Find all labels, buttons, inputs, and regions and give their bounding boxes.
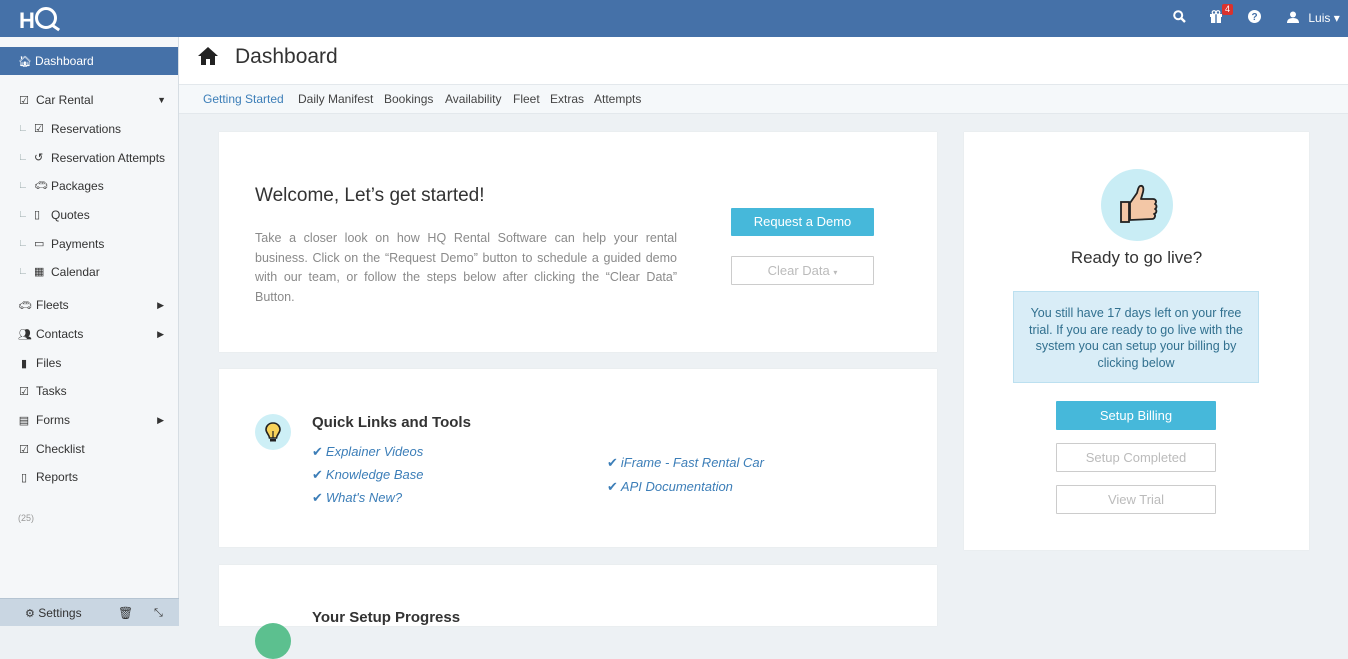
sidebar-item-forms[interactable]: ▤ Forms ▶ <box>18 412 196 429</box>
notification-badge: 4 <box>1222 4 1234 15</box>
tab-fleet[interactable]: Fleet <box>513 85 540 113</box>
sidebar-item-car-rental[interactable]: ☑ Car Rental ▼ <box>18 92 196 109</box>
check-icon: ✔ <box>607 455 618 470</box>
quick-links-card: Quick Links and Tools ✔ Explainer Videos … <box>219 369 937 547</box>
setup-progress-title: Your Setup Progress <box>312 609 461 626</box>
user-icon <box>1287 11 1299 23</box>
home-icon: 🏠︎ <box>18 56 32 68</box>
progress-icon <box>255 623 291 659</box>
sidebar-item-tasks[interactable]: ☑ Tasks <box>18 383 196 400</box>
page-title: Dashboard <box>235 45 338 68</box>
home-icon <box>198 47 218 65</box>
trial-message: You still have 17 days left on your free… <box>1013 291 1259 383</box>
history-icon: ↺ <box>34 152 44 164</box>
search-icon[interactable] <box>1173 10 1186 27</box>
check-icon: ✔ <box>607 479 618 494</box>
check-square-icon: ☑ <box>19 444 29 456</box>
user-menu[interactable]: Luis ▾ <box>1287 10 1340 26</box>
chevron-right-icon: ▶ <box>157 415 164 425</box>
calendar-check-icon: ☑ <box>19 95 29 107</box>
sidebar-item-label: Dashboard <box>34 54 94 68</box>
settings-button[interactable]: ⚙ Settings <box>25 599 82 628</box>
dashboard-tabs: Getting Started Daily Manifest Bookings … <box>179 85 1348 114</box>
check-icon: ✔ <box>312 490 323 505</box>
lightbulb-icon <box>255 414 291 450</box>
welcome-title: Welcome, Let’s get started! <box>255 185 485 206</box>
calendar-check-icon: ☑ <box>34 123 44 135</box>
help-icon[interactable]: ? <box>1248 10 1261 27</box>
tab-attempts[interactable]: Attempts <box>594 85 641 113</box>
view-trial-button[interactable]: View Trial <box>1056 485 1216 514</box>
svg-text:?: ? <box>1251 12 1257 23</box>
caret-down-icon: ▾ <box>833 268 838 277</box>
link-api-documentation[interactable]: ✔ API Documentation <box>607 479 733 495</box>
page-header: Dashboard <box>179 37 1348 85</box>
tab-getting-started[interactable]: Getting Started <box>203 85 284 113</box>
sidebar-item-fleets[interactable]: 🚗︎ Fleets ▶ <box>18 297 196 314</box>
quick-links-title: Quick Links and Tools <box>312 414 471 431</box>
checkbox-icon: ☑ <box>19 386 29 398</box>
go-live-card: Ready to go live? You still have 17 days… <box>964 132 1309 550</box>
money-icon: ▭ <box>34 238 45 250</box>
go-live-title: Ready to go live? <box>1070 248 1203 267</box>
compress-icon[interactable]: ⤡ <box>154 599 163 627</box>
tab-extras[interactable]: Extras <box>550 85 584 113</box>
setup-billing-button[interactable]: Setup Billing <box>1056 401 1216 430</box>
tab-availability[interactable]: Availability <box>445 85 501 113</box>
gift-icon[interactable] <box>1209 10 1223 27</box>
chevron-right-icon: ▶ <box>157 329 164 339</box>
sidebar-item-label: Car Rental <box>36 93 94 107</box>
setup-completed-button[interactable]: Setup Completed <box>1056 443 1216 472</box>
chevron-down-icon: ▼ <box>157 95 166 105</box>
report-icon: ▯ <box>20 472 28 484</box>
sidebar-item-reports[interactable]: ▯ Reports <box>18 469 196 486</box>
sidebar: 🏠︎ Dashboard ☑ Car Rental ▼ ∟ ☑ Reservations… <box>0 37 179 626</box>
hq-logo[interactable]: H <box>19 6 57 33</box>
thumbs-up-icon <box>1101 169 1173 241</box>
welcome-text: Take a closer look on how HQ Rental Soft… <box>255 231 677 304</box>
sidebar-item-checklist[interactable]: ☑ Checklist <box>18 441 196 458</box>
sidebar-item-contacts[interactable]: 👥︎ Contacts ▶ <box>18 326 196 343</box>
top-bar: H 4 ? Luis ▾ <box>0 0 1348 37</box>
check-icon: ✔ <box>312 467 323 482</box>
link-whats-new[interactable]: ✔ What's New? <box>312 490 402 506</box>
version-count: (25) <box>18 513 35 523</box>
form-icon: ▤ <box>18 415 30 427</box>
link-explainer-videos[interactable]: ✔ Explainer Videos <box>312 444 423 460</box>
clear-data-button[interactable]: Clear Data ▾ <box>731 256 874 285</box>
welcome-card: Welcome, Let’s get started! Take a close… <box>219 132 937 352</box>
trash-icon[interactable]: 🗑︎ <box>118 599 133 627</box>
cogs-icon: ⚙ <box>25 608 35 620</box>
sidebar-item-dashboard[interactable]: 🏠︎ Dashboard <box>0 47 178 75</box>
document-icon: ▯ <box>34 209 41 221</box>
sidebar-footer: ⚙ Settings 🗑︎ ⤡ <box>0 598 179 626</box>
users-icon: 👥︎ <box>18 329 32 341</box>
link-knowledge-base[interactable]: ✔ Knowledge Base <box>312 467 423 483</box>
check-icon: ✔ <box>312 444 323 459</box>
setup-progress-card: Your Setup Progress <box>219 565 937 659</box>
tab-bookings[interactable]: Bookings <box>384 85 433 113</box>
car-icon: 🚗︎ <box>34 180 48 192</box>
file-icon: ▮ <box>20 358 28 370</box>
chevron-right-icon: ▶ <box>157 300 164 310</box>
user-name: Luis <box>1308 11 1331 25</box>
sidebar-item-files[interactable]: ▮ Files <box>18 355 196 372</box>
link-iframe[interactable]: ✔ iFrame - Fast Rental Car <box>607 455 764 471</box>
calendar-icon: ▦ <box>34 266 45 278</box>
request-demo-button[interactable]: Request a Demo <box>731 208 874 236</box>
tab-daily-manifest[interactable]: Daily Manifest <box>298 85 373 113</box>
car-icon: 🚗︎ <box>18 300 32 312</box>
